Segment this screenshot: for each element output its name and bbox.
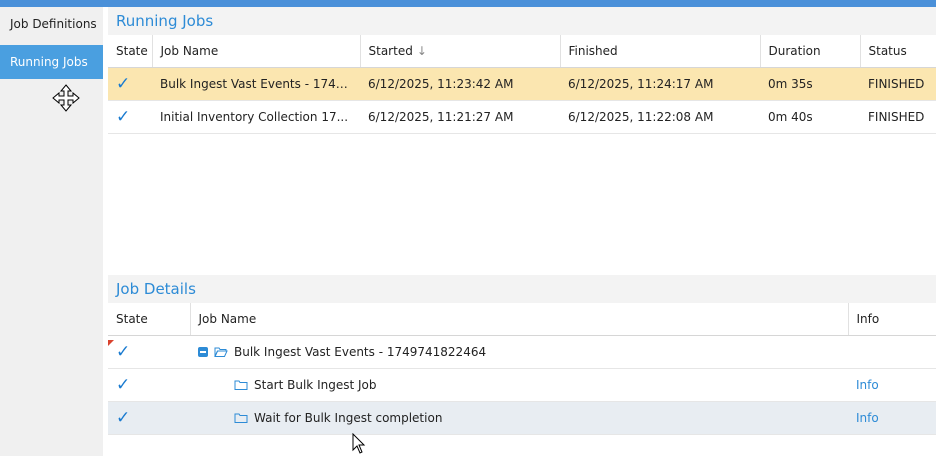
job-details-title: Job Details [108,275,936,303]
column-header-job-name[interactable]: Job Name [190,303,849,336]
status-cell: FINISHED [860,67,936,101]
status-cell: FINISHED [860,100,936,134]
duration-cell: 0m 40s [760,100,860,134]
checkmark-icon: ✓ [116,407,131,428]
job-details-panel: Job Details State Job Name Info ✓ Bulk I… [108,275,936,435]
info-link[interactable]: Info [856,411,879,425]
info-link[interactable]: Info [856,378,879,392]
collapse-toggle-icon[interactable] [198,347,208,357]
running-jobs-title: Running Jobs [108,7,936,35]
column-header-status[interactable]: Status [860,35,936,68]
column-header-started[interactable]: Started ↓ [360,35,561,68]
table-header-row: State Job Name Info [108,303,936,336]
tree-row[interactable]: ✓ Wait for Bulk Ingest completion Info [108,401,936,435]
column-header-state[interactable]: State [108,35,153,68]
column-header-job-name[interactable]: Job Name [152,35,361,68]
tree-row[interactable]: ✓ Start Bulk Ingest Job Info [108,368,936,402]
job-name-cell: Initial Inventory Collection 17... [152,100,360,134]
table-header-row: State Job Name Started ↓ Finished Duratio… [108,35,936,68]
checkmark-icon: ✓ [116,106,131,127]
column-header-started-label: Started [368,44,413,58]
mouse-pointer-icon [352,433,366,454]
checkmark-icon: ✓ [116,73,131,94]
sort-descending-icon: ↓ [416,44,427,58]
finished-cell: 6/12/2025, 11:22:08 AM [560,100,760,134]
folder-open-icon [214,347,228,357]
sidebar: Job Definitions Running Jobs [0,7,103,456]
started-cell: 6/12/2025, 11:21:27 AM [360,100,560,134]
tree-item-label: Wait for Bulk Ingest completion [254,411,443,425]
folder-icon [234,380,248,390]
column-header-state[interactable]: State [108,303,191,336]
job-details-table: State Job Name Info ✓ Bulk Ingest Vast E… [108,303,936,435]
top-accent-bar [0,0,936,7]
started-cell: 6/12/2025, 11:23:42 AM [360,67,560,101]
tree-row[interactable]: ✓ Bulk Ingest Vast Events - 174974182246… [108,335,936,369]
sidebar-item-job-definitions[interactable]: Job Definitions [0,7,103,41]
duration-cell: 0m 35s [760,67,860,101]
checkmark-icon: ✓ [116,374,131,395]
folder-icon [234,413,248,423]
tree-item-label: Start Bulk Ingest Job [254,378,377,392]
column-header-finished[interactable]: Finished [560,35,761,68]
table-row[interactable]: ✓ Bulk Ingest Vast Events - 1749... 6/12… [108,67,936,101]
move-cursor-icon [52,84,80,112]
tree-item-label: Bulk Ingest Vast Events - 1749741822464 [234,345,487,359]
running-jobs-panel: Running Jobs State Job Name Started ↓ Fin… [108,7,936,134]
sidebar-item-running-jobs[interactable]: Running Jobs [0,45,103,79]
checkmark-icon: ✓ [116,341,131,362]
table-row[interactable]: ✓ Initial Inventory Collection 17... 6/1… [108,100,936,134]
modified-marker [108,340,114,346]
info-cell [848,335,936,369]
running-jobs-table: State Job Name Started ↓ Finished Duratio… [108,35,936,134]
finished-cell: 6/12/2025, 11:24:17 AM [560,67,760,101]
job-name-cell: Bulk Ingest Vast Events - 1749... [152,67,360,101]
column-header-info[interactable]: Info [848,303,936,336]
column-header-duration[interactable]: Duration [760,35,861,68]
